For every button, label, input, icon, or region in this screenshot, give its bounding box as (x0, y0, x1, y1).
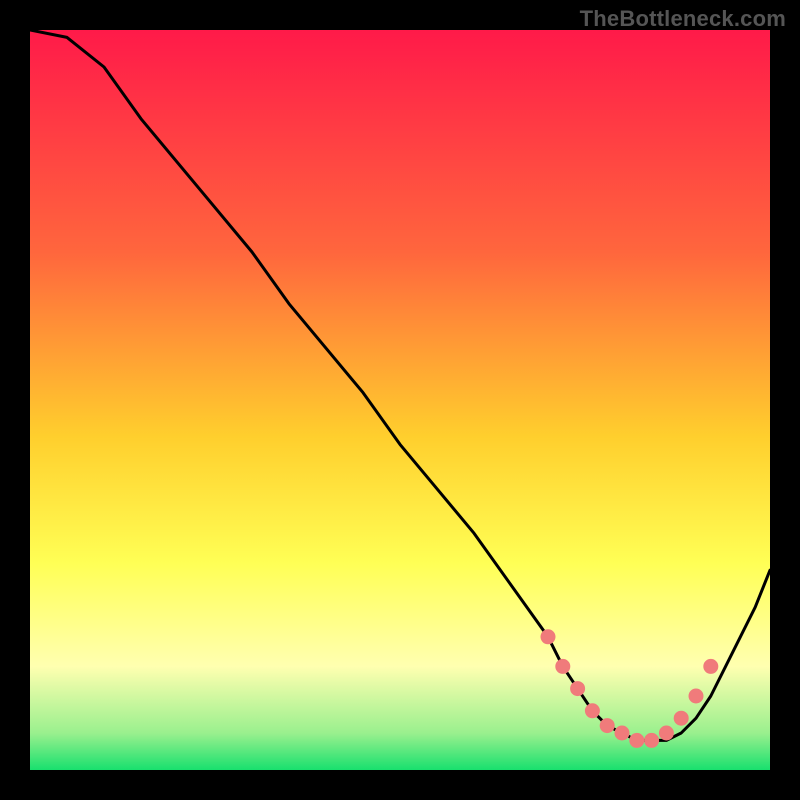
curve-dot (585, 704, 599, 718)
curve-dot (556, 659, 570, 673)
curve-dot (571, 682, 585, 696)
plot-inner (30, 30, 770, 770)
curve-dot (600, 719, 614, 733)
curve-dots (541, 630, 718, 748)
curve-dot (541, 630, 555, 644)
curve-dot (674, 711, 688, 725)
watermark-text: TheBottleneck.com (580, 6, 786, 32)
curve-dot (645, 733, 659, 747)
curve-dot (630, 733, 644, 747)
plot-area (30, 30, 770, 770)
curve-dot (689, 689, 703, 703)
curve-dot (704, 659, 718, 673)
curve-dot (659, 726, 673, 740)
chart-frame: TheBottleneck.com (0, 0, 800, 800)
bottleneck-curve (30, 30, 770, 740)
curve-dot (615, 726, 629, 740)
curve-layer (30, 30, 770, 770)
